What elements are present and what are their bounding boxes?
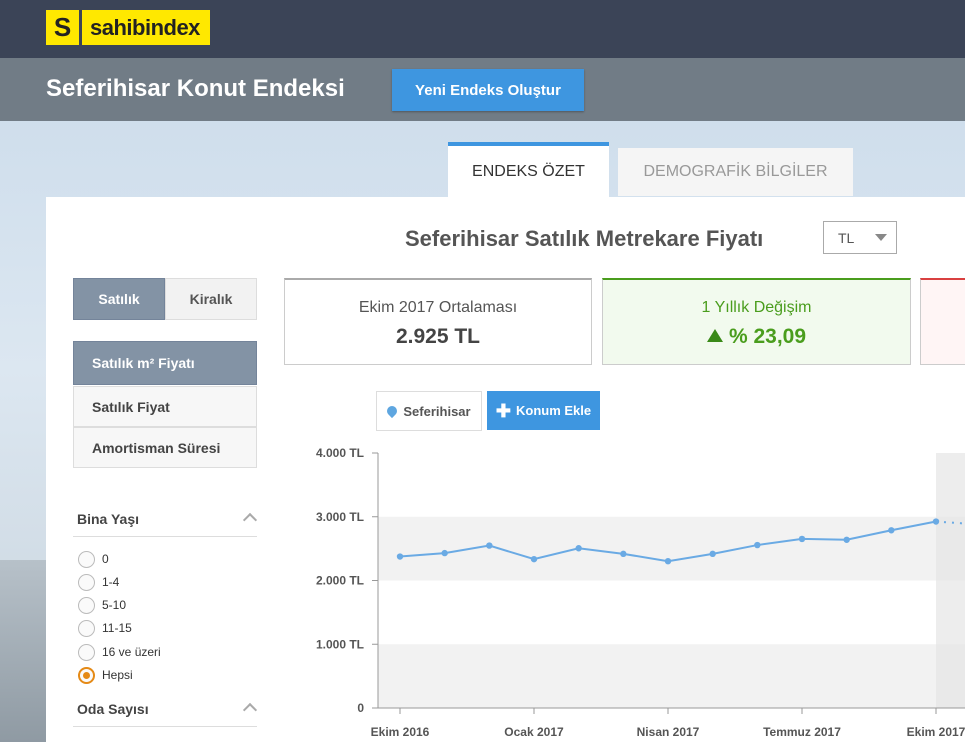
stat-partial <box>920 278 965 365</box>
stat-average: Ekim 2017 Ortalaması 2.925 TL <box>284 278 592 365</box>
x-tick-label: Ekim 2016 <box>371 725 430 739</box>
caret-down-icon <box>875 234 887 241</box>
stat-yearly-change: 1 Yıllık Değişim % 23,09 <box>602 278 911 365</box>
add-location-label: Konum Ekle <box>515 403 592 418</box>
menu-item-satilik-fiyat[interactable]: Satılık Fiyat <box>73 386 257 427</box>
logo-letter: S <box>46 10 82 45</box>
add-location-button[interactable]: ✚ Konum Ekle <box>487 391 600 430</box>
new-index-button[interactable]: Yeni Endeks Oluştur <box>392 69 584 111</box>
logo-text: sahibindex <box>90 14 200 40</box>
currency-select[interactable]: TL <box>823 221 897 254</box>
tab-endeks-ozet[interactable]: ENDEKS ÖZET <box>448 142 609 198</box>
data-point <box>664 557 672 565</box>
title-bar: Seferihisar Konut Endeksi Yeni Endeks Ol… <box>0 58 965 121</box>
data-point <box>754 541 761 549</box>
arrow-up-icon <box>706 329 723 342</box>
map-pin-icon <box>385 403 400 419</box>
segment-satilik[interactable]: Satılık <box>73 278 165 320</box>
radio-button[interactable] <box>78 619 95 637</box>
radio-button[interactable] <box>78 643 95 661</box>
y-tick-label: 1.000 TL <box>316 637 364 651</box>
y-tick-label: 2.000 TL <box>316 574 364 588</box>
radio-button[interactable] <box>78 550 95 568</box>
x-tick-label: Ocak 2017 <box>504 725 564 739</box>
filter-title-bina-yasi[interactable]: Bina Yaşı <box>77 511 139 527</box>
radio-label: 5-10 <box>102 598 127 612</box>
data-point <box>888 527 895 534</box>
filter-title-oda-sayisi[interactable]: Oda Sayısı <box>77 701 149 717</box>
menu-item-satilik-m2-fiyati[interactable]: Satılık m² Fiyatı <box>73 341 257 385</box>
y-tick-label: 4.000 TL <box>316 446 364 460</box>
grid-band <box>378 644 965 708</box>
divider <box>73 726 257 727</box>
y-tick-label: 0 <box>357 701 364 715</box>
location-chip[interactable]: Seferihisar <box>376 391 482 431</box>
stat-change-label: 1 Yıllık Değişim <box>701 299 812 316</box>
forecast-shade <box>936 453 965 708</box>
radio-button[interactable] <box>78 573 95 591</box>
sahibindex-logo[interactable]: S sahibindex <box>46 10 210 45</box>
data-point <box>798 535 806 543</box>
data-point <box>575 545 582 552</box>
radio-option-5-10[interactable]: 5-10 <box>78 596 126 614</box>
stat-change-value: % 23,09 <box>728 325 807 348</box>
page-title: Seferihisar Konut Endeksi <box>46 75 345 102</box>
radio-label: 0 <box>102 552 109 566</box>
data-point <box>620 550 627 558</box>
x-tick-label: Nisan 2017 <box>637 725 700 739</box>
data-point <box>530 555 538 563</box>
data-point <box>396 553 404 560</box>
chart-title: Seferihisar Satılık Metrekare Fiyatı <box>405 226 764 251</box>
tab-demografik-bilgiler[interactable]: DEMOGRAFİK BİLGİLER <box>618 148 853 196</box>
plus-icon: ✚ <box>495 400 511 421</box>
price-line-chart: 4.000 TL 3.000 TL 2.000 TL 1.000 TL 0 Ekim 20… <box>316 446 965 739</box>
data-point <box>486 542 493 549</box>
stat-change-value-wrap: % 23,09 <box>603 325 910 349</box>
data-point <box>709 550 716 558</box>
segment-kiralik[interactable]: Kiralık <box>165 278 257 320</box>
radio-option-hepsi[interactable]: Hepsi <box>78 666 133 684</box>
radio-label: 11-15 <box>102 621 132 635</box>
radio-option-11-15[interactable]: 11-15 <box>78 619 132 637</box>
background-city <box>0 560 46 742</box>
divider <box>73 536 257 537</box>
radio-label: 1-4 <box>102 575 120 589</box>
x-tick-label: Temmuz 2017 <box>763 725 841 739</box>
data-point <box>932 518 940 525</box>
menu-item-amortisman-suresi[interactable]: Amortisman Süresi <box>73 427 257 468</box>
radio-option-16-ve-uzeri[interactable]: 16 ve üzeri <box>78 643 161 661</box>
y-tick-label: 3.000 TL <box>316 510 364 524</box>
data-point <box>441 549 448 557</box>
radio-button[interactable] <box>78 596 95 614</box>
radio-button-checked[interactable] <box>78 666 95 684</box>
stat-average-value: 2.925 TL <box>395 325 481 348</box>
radio-label: 16 ve üzeri <box>102 645 161 659</box>
currency-value: TL <box>838 229 855 246</box>
stat-average-label: Ekim 2017 Ortalaması <box>358 299 518 316</box>
radio-label: Hepsi <box>102 668 133 682</box>
radio-option-0[interactable]: 0 <box>78 550 109 568</box>
location-chip-label: Seferihisar <box>403 403 471 419</box>
x-tick-label: Ekim 2017 <box>907 725 965 739</box>
radio-option-1-4[interactable]: 1-4 <box>78 573 119 591</box>
data-point <box>843 536 850 543</box>
top-bar: S sahibindex <box>0 0 965 58</box>
